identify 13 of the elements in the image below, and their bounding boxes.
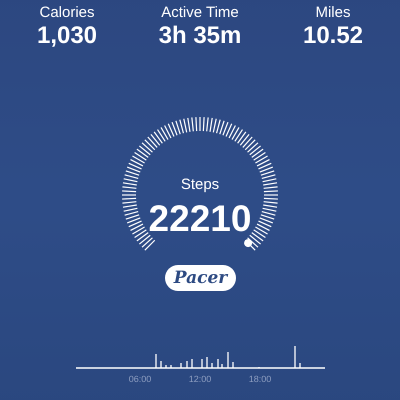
stat-label: Calories bbox=[38, 4, 96, 22]
time-label: 12:00 bbox=[188, 373, 212, 386]
stat-value: 10.52 bbox=[302, 22, 364, 49]
steps-count: 22210 bbox=[148, 197, 252, 241]
stat-label: Active Time bbox=[160, 4, 240, 22]
time-label: 18:00 bbox=[248, 373, 272, 386]
stat-value: 3h 35m bbox=[158, 22, 242, 49]
stat-label: Miles bbox=[314, 4, 352, 22]
progress-marker bbox=[244, 239, 252, 248]
time-label: 06:00 bbox=[128, 373, 152, 386]
app-logo: Pacer bbox=[165, 265, 236, 291]
stat-value: 1,030 bbox=[36, 22, 98, 49]
steps-label: Steps bbox=[180, 176, 220, 193]
